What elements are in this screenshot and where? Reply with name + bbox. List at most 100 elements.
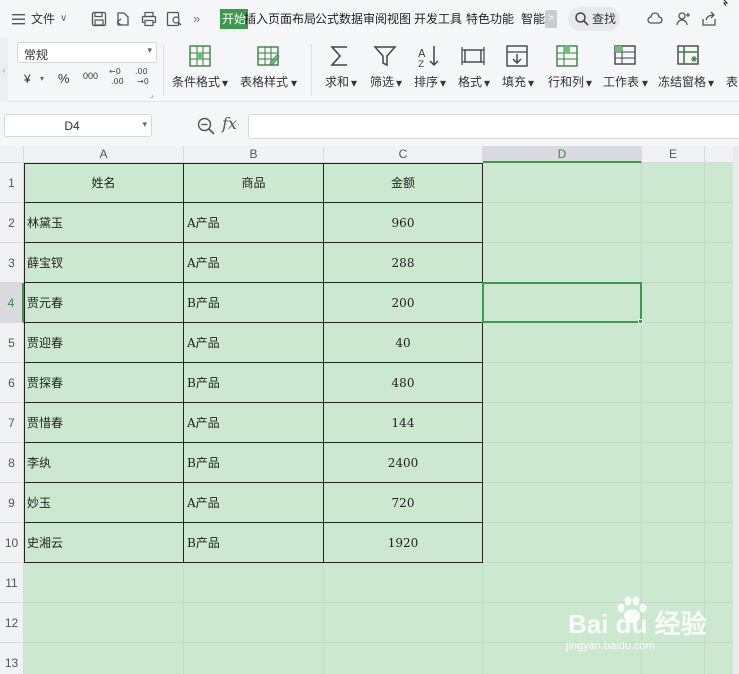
user-share-icon[interactable]: [674, 10, 692, 28]
rows-columns-button[interactable]: 行和列 ▾: [546, 41, 594, 99]
row-header[interactable]: 7: [0, 403, 24, 443]
name-box[interactable]: D4 ▾: [4, 114, 152, 137]
freeze-panes-button[interactable]: 冻结窗格 ▾: [658, 41, 720, 99]
tab-smart[interactable]: 智能: [521, 9, 545, 29]
tab-special-features[interactable]: 特色功能: [466, 9, 514, 29]
table-cell-name[interactable]: 李纨: [24, 443, 183, 483]
number-group-expand-icon[interactable]: ⌟: [150, 90, 154, 99]
table-cell-product[interactable]: A产品: [184, 243, 323, 283]
currency-format-button[interactable]: ¥: [24, 69, 31, 89]
table-cell-product[interactable]: A产品: [184, 403, 323, 443]
tab-formula[interactable]: 公式: [315, 9, 339, 29]
table-cell-name[interactable]: 贾探春: [24, 363, 183, 403]
table-style-button[interactable]: 表格样式 ▾: [240, 41, 298, 99]
table-cell-amount[interactable]: 200: [324, 283, 482, 323]
active-cell-d4[interactable]: [482, 282, 642, 323]
row-header[interactable]: 8: [0, 443, 24, 483]
share-icon[interactable]: [700, 10, 718, 28]
vertical-scrollbar[interactable]: [733, 146, 739, 674]
spreadsheet-grid[interactable]: A B C D E 1 2 3 4 5 6 7 8 9 10 11 12 13 …: [0, 146, 739, 674]
table-cell-amount[interactable]: 40: [324, 323, 482, 363]
row-header[interactable]: 4: [0, 283, 24, 323]
column-header-d[interactable]: D: [483, 146, 642, 163]
row-header[interactable]: 10: [0, 523, 24, 563]
table-cell-product[interactable]: B产品: [184, 363, 323, 403]
table-cell-amount[interactable]: 144: [324, 403, 482, 443]
table-cell-name[interactable]: 贾元春: [24, 283, 183, 323]
header-cell-amount[interactable]: 金额: [324, 163, 482, 203]
conditional-format-button[interactable]: 条件格式 ▾: [172, 41, 228, 99]
table-cell-amount[interactable]: 1920: [324, 523, 482, 563]
table-cell-amount[interactable]: 288: [324, 243, 482, 283]
table-cell-name[interactable]: 薛宝钗: [24, 243, 183, 283]
row-header[interactable]: 9: [0, 483, 24, 523]
format-label: 格式: [458, 75, 483, 89]
table-cell-name[interactable]: 林黛玉: [24, 203, 183, 243]
tab-insert[interactable]: 插入: [244, 9, 268, 29]
tab-view[interactable]: 视图: [387, 9, 411, 29]
row-header[interactable]: 12: [0, 603, 24, 643]
table-cell-amount[interactable]: 2400: [324, 443, 482, 483]
export-icon[interactable]: [114, 10, 132, 28]
column-header-c[interactable]: C: [324, 146, 483, 163]
row-header[interactable]: 11: [0, 563, 24, 603]
table-cell-product[interactable]: B产品: [184, 443, 323, 483]
tab-review[interactable]: 审阅: [363, 9, 387, 29]
table-cell-name[interactable]: 妙玉: [24, 483, 183, 523]
table-cell-amount[interactable]: 480: [324, 363, 482, 403]
column-header-b[interactable]: B: [184, 146, 324, 163]
row-header[interactable]: 1: [0, 163, 24, 203]
format-button[interactable]: 格式 ▾: [456, 41, 492, 99]
table-cell-name[interactable]: 贾迎春: [24, 323, 183, 363]
row-header[interactable]: 2: [0, 203, 24, 243]
sort-button[interactable]: A Z 排序 ▾: [412, 41, 448, 99]
currency-dropdown-icon[interactable]: ▾: [40, 69, 44, 89]
formula-input[interactable]: [248, 114, 739, 139]
tabs-more-button[interactable]: >: [545, 10, 557, 28]
table-cell-product[interactable]: A产品: [184, 203, 323, 243]
row-header[interactable]: 5: [0, 323, 24, 363]
increase-decimal-icon[interactable]: ←0 .00: [108, 66, 128, 88]
file-menu-chevron-icon[interactable]: ∨: [60, 9, 67, 29]
thousands-separator-button[interactable]: 000: [83, 66, 98, 86]
quick-access-more-icon[interactable]: »: [193, 9, 200, 29]
decrease-decimal-icon[interactable]: .00 →0: [134, 66, 154, 88]
select-all-corner[interactable]: [0, 146, 24, 163]
table-cell-name[interactable]: 贾惜春: [24, 403, 183, 443]
table-cell-amount[interactable]: 720: [324, 483, 482, 523]
table-cell-name[interactable]: 史湘云: [24, 523, 183, 563]
search-button[interactable]: 查找: [568, 7, 620, 31]
row-header[interactable]: 6: [0, 363, 24, 403]
save-icon[interactable]: [90, 10, 108, 28]
row-header[interactable]: 13: [0, 643, 24, 674]
hamburger-menu-icon[interactable]: [10, 10, 28, 28]
sum-button[interactable]: 求和 ▾: [323, 41, 359, 99]
column-header-a[interactable]: A: [24, 146, 184, 163]
number-format-select[interactable]: 常规 ▾: [17, 42, 157, 63]
zoom-icon[interactable]: [196, 116, 216, 136]
fill-handle[interactable]: [638, 319, 643, 324]
tab-data[interactable]: 数据: [339, 9, 363, 29]
tab-developer-tools[interactable]: 开发工具: [414, 9, 462, 29]
ribbon-scroll-left-icon[interactable]: ‹: [0, 38, 8, 102]
insert-function-icon[interactable]: fx: [222, 114, 237, 133]
worksheet-button[interactable]: 工作表 ▾: [603, 41, 651, 99]
row-header[interactable]: 3: [0, 243, 24, 283]
file-menu[interactable]: 文件: [31, 9, 55, 29]
print-preview-icon[interactable]: [165, 10, 183, 28]
header-cell-name[interactable]: 姓名: [24, 163, 183, 203]
print-icon[interactable]: [140, 10, 158, 28]
filter-button[interactable]: 筛选 ▾: [368, 41, 404, 99]
table-cell-product[interactable]: A产品: [184, 483, 323, 523]
table-button[interactable]: 表: [726, 41, 739, 99]
fill-button[interactable]: 填充 ▾: [500, 41, 536, 99]
table-cell-product[interactable]: B产品: [184, 283, 323, 323]
cloud-sync-icon[interactable]: [646, 10, 664, 28]
table-cell-product[interactable]: B产品: [184, 523, 323, 563]
percent-format-button[interactable]: %: [58, 69, 70, 89]
header-cell-product[interactable]: 商品: [184, 163, 323, 203]
table-cell-amount[interactable]: 960: [324, 203, 482, 243]
column-header-e[interactable]: E: [642, 146, 705, 163]
tab-page-layout[interactable]: 页面布局: [268, 9, 316, 29]
table-cell-product[interactable]: A产品: [184, 323, 323, 363]
